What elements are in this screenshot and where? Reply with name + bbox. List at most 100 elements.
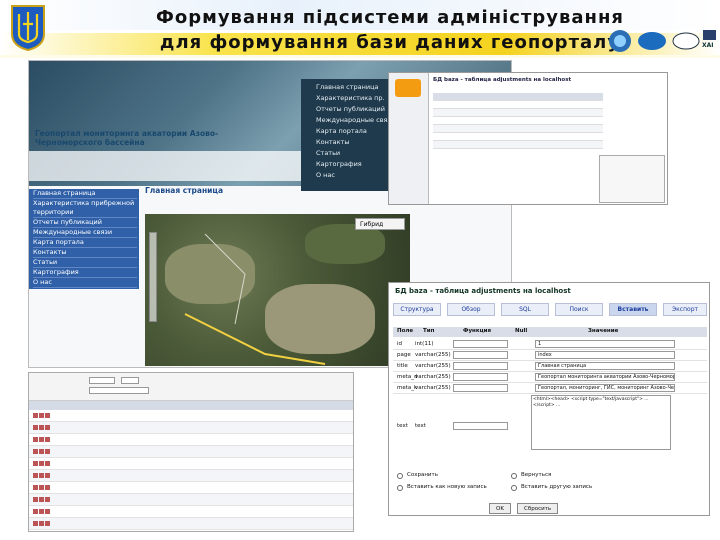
tab-sql[interactable]: SQL [501, 303, 549, 316]
table-row[interactable] [433, 125, 603, 133]
nav-item[interactable]: Международные связи [33, 228, 137, 238]
reset-button[interactable]: Сбросить [517, 503, 559, 514]
text-value-textarea[interactable]: <html><head> <script type="text/javascri… [531, 395, 671, 450]
portal-name: Геопортал мониторинга акватории Азово-Че… [35, 129, 219, 147]
top-menu-item[interactable]: Международные связи [316, 116, 395, 124]
browse-toolbar [29, 373, 353, 401]
browse-header [29, 401, 353, 410]
function-select[interactable] [453, 351, 508, 359]
value-input[interactable]: Геопортал, мониторинг, ГИС, мониторинг А… [535, 384, 675, 392]
function-select[interactable] [453, 422, 508, 430]
nav-item[interactable]: Картография [33, 268, 137, 278]
tab-search[interactable]: Поиск [555, 303, 603, 316]
tab-browse[interactable]: Обзор [447, 303, 495, 316]
field-name: text [397, 423, 408, 429]
top-menu-item[interactable]: Характеристика пр. [316, 94, 385, 102]
table-row[interactable] [29, 422, 353, 434]
field-type: text [415, 423, 426, 429]
option-insert-label: Вставить другую запись [521, 484, 593, 490]
table-row[interactable] [433, 133, 603, 141]
table-row[interactable] [29, 434, 353, 446]
field-type: varchar(255) [415, 374, 451, 380]
function-select[interactable] [453, 362, 508, 370]
field-name: page [397, 352, 411, 358]
nav-item[interactable]: Статьи [33, 258, 137, 268]
radio-back[interactable] [511, 473, 517, 479]
table-row[interactable] [29, 482, 353, 494]
function-select[interactable] [453, 384, 508, 392]
nav-item[interactable]: Отчеты публикаций [33, 218, 137, 228]
col-field: Поле [397, 328, 414, 334]
table-header [433, 93, 603, 101]
slide-title-line2: для формування бази даних геопорталу [159, 32, 621, 53]
col-value: Значение [588, 328, 619, 334]
nav-item[interactable]: Карта портала [33, 238, 137, 248]
top-menu-item[interactable]: Главная страница [316, 83, 379, 91]
value-input[interactable]: 1 [535, 340, 675, 348]
edit-row: page varchar(255) index [393, 350, 707, 361]
tab-export[interactable]: Экспорт [663, 303, 707, 316]
col-function: Функция [463, 328, 492, 334]
function-select[interactable] [453, 373, 508, 381]
table-row[interactable] [433, 117, 603, 125]
field-name: id [397, 341, 403, 347]
tab-insert[interactable]: Вставить [609, 303, 657, 316]
edit-table-header: Поле Тип Функция Null Значение [393, 327, 707, 337]
slide-header: Формування підсистеми адміністрування дл… [0, 0, 720, 58]
top-menu-item[interactable]: Отчеты публикаций [316, 105, 385, 113]
top-menu-item[interactable]: О нас [316, 171, 335, 179]
map-type-button[interactable]: Гибрид [355, 218, 405, 230]
top-menu: Главная страница Характеристика пр. Отче… [301, 79, 397, 191]
radio-save-new[interactable] [397, 485, 403, 491]
phpmyadmin-edit-screenshot: БД baza - таблица adjustments на localho… [388, 282, 710, 516]
field-type: varchar(255) [415, 385, 451, 391]
field-type: int(11) [415, 341, 434, 347]
option-back-label: Вернуться [521, 472, 552, 478]
trident-emblem [11, 5, 45, 52]
value-input[interactable]: Главная страница [535, 362, 675, 370]
top-menu-item[interactable]: Контакты [316, 138, 349, 146]
table-row[interactable] [29, 410, 353, 422]
table-row[interactable] [29, 458, 353, 470]
page-title: Главная страница [145, 186, 224, 195]
field-type: varchar(255) [415, 363, 451, 369]
top-menu-item[interactable]: Карта портала [316, 127, 367, 135]
phpmyadmin-table-list-screenshot: БД baza - таблица adjustments на localho… [388, 72, 668, 205]
edit-row: meta_k varchar(255) Геопортал, мониторин… [393, 383, 707, 394]
value-input[interactable]: Геопортал мониторинга акватории Азово-Че… [535, 373, 675, 381]
field-type: varchar(255) [415, 352, 451, 358]
option-save-label: Сохранить [407, 472, 438, 478]
tab-structure[interactable]: Структура [393, 303, 441, 316]
table-row[interactable] [433, 101, 603, 109]
nav-item[interactable]: Главная страница [33, 189, 137, 199]
nav-item[interactable]: Контакты [33, 248, 137, 258]
table-row[interactable] [29, 494, 353, 506]
map-zoom-control[interactable] [149, 232, 157, 322]
table-row[interactable] [433, 141, 603, 149]
table-row[interactable] [29, 506, 353, 518]
pma-list-title: БД baza - таблица adjustments на localho… [433, 77, 572, 83]
slide-title-line1: Формування підсистеми адміністрування [156, 7, 624, 28]
left-navigation: Главная страница Характеристика прибрежн… [29, 189, 139, 289]
pma-sidebar [389, 73, 429, 204]
pma-tabs: Структура Обзор SQL Поиск Вставить Экспо… [393, 303, 707, 317]
top-menu-item[interactable]: Статьи [316, 149, 340, 157]
nav-item[interactable]: Характеристика прибрежной территории [33, 199, 137, 218]
table-row[interactable] [29, 470, 353, 482]
radio-insert-another[interactable] [511, 485, 517, 491]
save-options: Сохранить Вставить как новую запись Верн… [393, 471, 707, 499]
table-row[interactable] [433, 109, 603, 117]
col-null: Null [515, 328, 528, 334]
ok-button[interactable]: OK [489, 503, 511, 514]
edit-row: title varchar(255) Главная страница [393, 361, 707, 372]
col-type: Тип [423, 328, 435, 334]
top-menu-item[interactable]: Картография [316, 160, 362, 168]
radio-save[interactable] [397, 473, 403, 479]
function-select[interactable] [453, 340, 508, 348]
satellite-map[interactable]: Гибрид [145, 214, 410, 366]
nav-item[interactable]: О нас [33, 278, 137, 288]
table-row[interactable] [29, 518, 353, 530]
browse-rows [29, 410, 353, 531]
value-input[interactable]: index [535, 351, 675, 359]
table-row[interactable] [29, 446, 353, 458]
